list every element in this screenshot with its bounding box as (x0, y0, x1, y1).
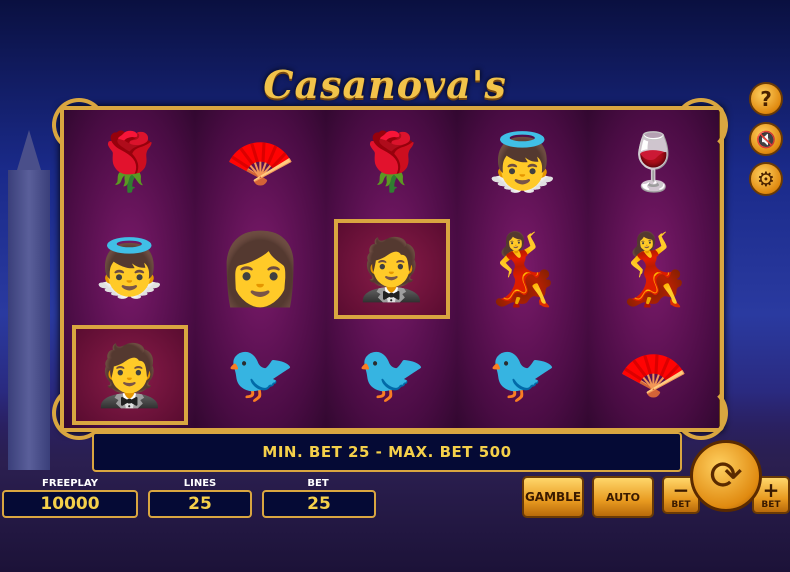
auto-spin-button[interactable]: AUTO (592, 476, 654, 518)
symbol-golden-bird: 🐦 (487, 342, 558, 407)
help-button[interactable]: ? (749, 82, 783, 116)
settings-button[interactable]: ⚙ (749, 162, 783, 196)
symbol-lady-blonde-hat: 👩 (216, 228, 305, 310)
frame-ornament-top-right (674, 98, 728, 152)
lines-value: 25 (148, 490, 252, 518)
symbol-lady-redhead: 💃 (478, 228, 567, 310)
symbol-golden-rose: 🌹 (356, 130, 427, 195)
symbol-lady-redhead: 💃 (609, 228, 698, 310)
gamble-button[interactable]: GAMBLE (522, 476, 584, 518)
symbol-red-fan: 🪭 (225, 130, 296, 195)
reel-5: 🍷 💃 🪭 (588, 110, 719, 428)
symbol-cupid: 👼 (487, 130, 558, 195)
bet-label: BET (307, 478, 329, 489)
reels-frame: 🌹 👼 🤵 🪭 👩 🐦 🌹 🤵 🐦 👼 💃 🐦 🍷 💃 🪭 (60, 106, 724, 432)
game-title: Casanova's Ladies (263, 62, 507, 152)
bet-increase-label: BET (761, 500, 781, 510)
symbol-golden-bird: 🐦 (356, 342, 427, 407)
symbol-casanova: 🤵 (326, 216, 457, 322)
bet-value: 25 (262, 490, 376, 518)
reel-3: 🌹 🤵 🐦 (326, 110, 458, 428)
gear-icon: ⚙ (757, 167, 775, 191)
help-icon: ? (760, 87, 772, 111)
bet-limits-message: MIN. BET 25 - MAX. BET 500 (92, 432, 682, 472)
bell-tower-decoration (8, 130, 50, 470)
freeplay-balance: 10000 (2, 490, 138, 518)
bet-decrease-label: BET (671, 500, 691, 510)
spin-button[interactable]: ⟳ (690, 440, 762, 512)
spin-icon: ⟳ (709, 453, 743, 499)
reel-2: 🪭 👩 🐦 (195, 110, 327, 428)
freeplay-label: FREEPLAY (42, 478, 98, 489)
frame-ornament-top-left (52, 98, 106, 152)
symbol-cupid: 👼 (94, 236, 165, 301)
frame-ornament-bottom-right (674, 386, 728, 440)
reel-4: 👼 💃 🐦 (457, 110, 589, 428)
symbol-golden-bird: 🐦 (225, 342, 296, 407)
sound-toggle-button[interactable]: 🔇 (749, 122, 783, 156)
reel-1: 🌹 👼 🤵 (64, 110, 196, 428)
sound-off-icon: 🔇 (756, 129, 776, 149)
lines-label: LINES (183, 478, 217, 489)
auto-label: AUTO (606, 490, 640, 504)
